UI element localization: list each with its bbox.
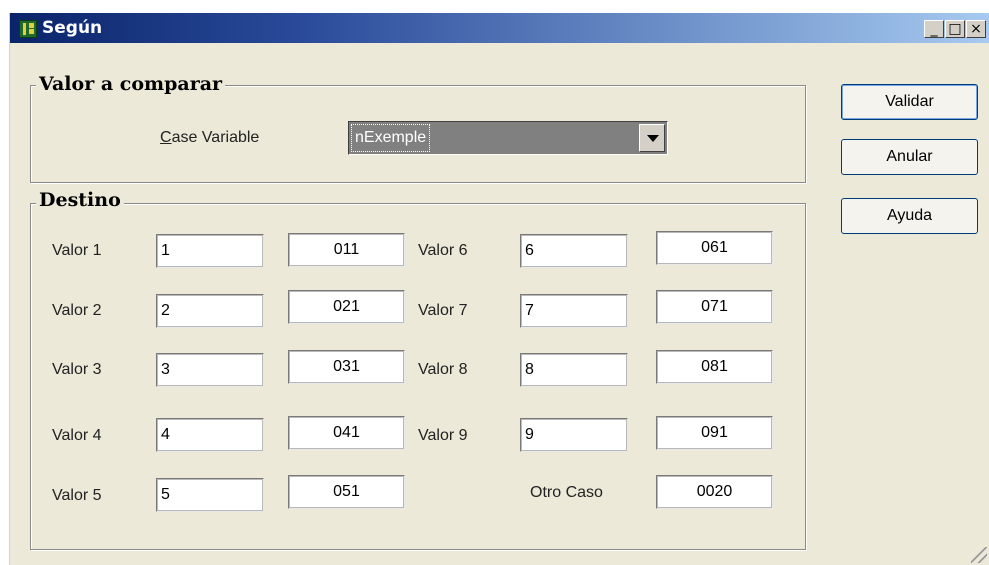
valor-2-dest-input[interactable]: 021 xyxy=(288,290,405,324)
valor-3-dest-input[interactable]: 031 xyxy=(288,350,405,384)
dialog-window: Según _ □ × Valor a comparar Case Variab… xyxy=(9,13,989,565)
valor-2-input[interactable]: 2 xyxy=(156,294,264,328)
valor-6-label: Valor 6 xyxy=(418,242,468,259)
valor-8-dest-input[interactable]: 081 xyxy=(656,350,773,384)
resize-grip[interactable] xyxy=(971,547,987,563)
valor-7-input[interactable]: 7 xyxy=(520,294,628,328)
valor-6-dest-input[interactable]: 061 xyxy=(656,231,773,265)
valor-8-input[interactable]: 8 xyxy=(520,353,628,387)
title-bar[interactable]: Según _ □ × xyxy=(10,13,989,43)
valor-5-input[interactable]: 5 xyxy=(156,478,264,512)
app-icon xyxy=(19,20,37,38)
valor-4-dest-input[interactable]: 041 xyxy=(288,416,405,450)
valor-5-dest-input[interactable]: 051 xyxy=(288,475,405,509)
valor-1-input[interactable]: 1 xyxy=(156,234,264,268)
valor-2-label: Valor 2 xyxy=(52,302,102,319)
otro-caso-label: Otro Caso xyxy=(530,484,603,501)
case-variable-label: Case Variable xyxy=(160,129,260,146)
chevron-down-icon[interactable] xyxy=(639,124,665,152)
valor-9-dest-input[interactable]: 091 xyxy=(656,416,773,450)
destino-group-title: Destino xyxy=(36,189,124,211)
valor-1-dest-input[interactable]: 011 xyxy=(288,233,405,267)
valor-9-label: Valor 9 xyxy=(418,427,468,444)
otro-caso-dest-input[interactable]: 0020 xyxy=(656,475,773,509)
valor-4-input[interactable]: 4 xyxy=(156,418,264,452)
validar-button[interactable]: Validar xyxy=(841,84,978,120)
anular-button[interactable]: Anular xyxy=(841,139,978,175)
compare-group-title: Valor a comparar xyxy=(36,73,226,95)
valor-3-label: Valor 3 xyxy=(52,361,102,378)
ayuda-button[interactable]: Ayuda xyxy=(841,198,978,234)
valor-5-label: Valor 5 xyxy=(52,487,102,504)
valor-3-input[interactable]: 3 xyxy=(156,353,264,387)
case-variable-value: nExemple xyxy=(351,124,431,152)
minimize-button[interactable]: _ xyxy=(924,20,944,38)
valor-9-input[interactable]: 9 xyxy=(520,418,628,452)
valor-7-label: Valor 7 xyxy=(418,302,468,319)
window-title: Según xyxy=(42,18,103,38)
valor-8-label: Valor 8 xyxy=(418,361,468,378)
valor-6-input[interactable]: 6 xyxy=(520,234,628,268)
close-button[interactable]: × xyxy=(966,20,986,38)
valor-1-label: Valor 1 xyxy=(52,242,102,259)
valor-4-label: Valor 4 xyxy=(52,427,102,444)
valor-7-dest-input[interactable]: 071 xyxy=(656,290,773,324)
maximize-button[interactable]: □ xyxy=(945,20,965,38)
case-variable-select[interactable]: nExemple xyxy=(348,121,668,155)
